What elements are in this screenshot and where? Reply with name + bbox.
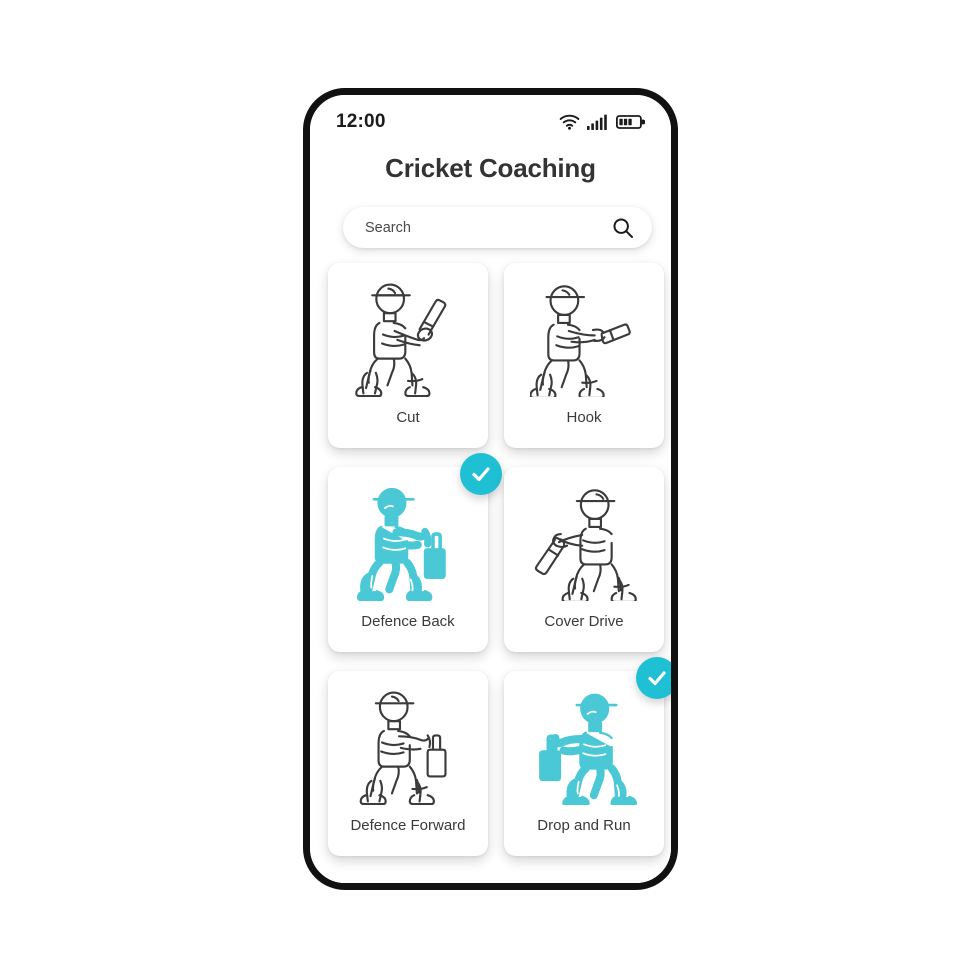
card-label: Drop and Run (537, 817, 631, 834)
page-canvas: 12:00 Cricket Coaching Search Cut Hook D… (0, 0, 980, 980)
status-bar: 12:00 (310, 107, 671, 137)
card-drop-and-run[interactable]: Drop and Run (504, 657, 671, 856)
batsman-cut-icon (355, 283, 447, 397)
phone-frame: 12:00 Cricket Coaching Search Cut Hook D… (303, 88, 678, 890)
check-icon[interactable] (636, 657, 671, 699)
search-input[interactable] (365, 219, 612, 236)
card-hook[interactable]: Hook (504, 263, 664, 448)
batsman-drop-and-run-icon (539, 693, 637, 805)
status-bar-icons (559, 114, 645, 130)
card-label: Hook (566, 409, 602, 426)
batsman-cover-drive-icon (534, 489, 637, 601)
search-bar[interactable] (343, 207, 652, 248)
battery-icon (616, 114, 645, 130)
check-icon[interactable] (460, 453, 502, 495)
technique-grid: Cut Hook Defence Back Cover Drive Defenc… (328, 263, 671, 856)
batsman-hook-icon (530, 285, 631, 397)
cellular-signal-icon (587, 114, 609, 130)
card-cut[interactable]: Cut (328, 263, 488, 448)
phone-screen: 12:00 Cricket Coaching Search Cut Hook D… (310, 95, 671, 883)
card-label: Defence Forward (350, 817, 466, 834)
card-label: Cut (396, 409, 420, 426)
batsman-defence-back-icon (356, 487, 446, 601)
card-label: Defence Back (361, 613, 455, 630)
search-icon[interactable] (612, 217, 634, 239)
card-defence-forward[interactable]: Defence Forward (328, 671, 488, 856)
card-defence-back[interactable]: Defence Back (328, 453, 502, 652)
card-cover-drive[interactable]: Cover Drive (504, 467, 664, 652)
status-bar-clock: 12:00 (336, 111, 386, 132)
search-bar-container (343, 207, 652, 248)
wifi-icon (559, 114, 580, 130)
page-title: Cricket Coaching (385, 153, 596, 183)
card-label: Cover Drive (544, 613, 624, 630)
batsman-defence-forward-icon (359, 691, 447, 805)
